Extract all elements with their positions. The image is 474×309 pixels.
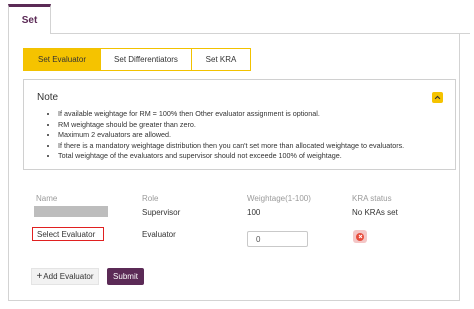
plus-icon: + [36, 270, 43, 282]
note-item: Maximum 2 evaluators are allowed. [58, 130, 449, 141]
note-list: If available weightage for RM = 100% the… [48, 109, 449, 162]
evaluator-weightage-input[interactable]: 0 [247, 231, 308, 247]
evaluator-role: Evaluator [142, 230, 176, 239]
tab-set[interactable]: Set [8, 4, 51, 34]
header-weightage: Weightage(1-100) [247, 194, 311, 203]
subtab-set-kra[interactable]: Set KRA [192, 49, 250, 70]
note-item: If available weightage for RM = 100% the… [58, 109, 449, 120]
remove-evaluator-button[interactable] [353, 230, 367, 243]
subtab-bar: Set Evaluator Set Differentiators Set KR… [23, 48, 251, 71]
tab-set-label: Set [21, 15, 38, 26]
chevron-up-icon [434, 95, 441, 100]
supervisor-weightage: 100 [247, 208, 261, 217]
note-item: If there is a mandatory weightage distri… [58, 141, 449, 152]
close-icon [356, 232, 364, 241]
note-item: RM weightage should be greater than zero… [58, 120, 449, 131]
submit-button[interactable]: Submit [107, 268, 144, 285]
supervisor-role: Supervisor [142, 208, 181, 217]
header-role: Role [142, 194, 159, 203]
note-title: Note [37, 92, 59, 103]
select-evaluator-dropdown[interactable]: Select Evaluator [32, 227, 104, 241]
note-box: Note If available weightage for RM = 100… [23, 79, 456, 170]
add-evaluator-button[interactable]: + Add Evaluator [31, 268, 99, 285]
collapse-toggle[interactable] [432, 92, 443, 103]
subtab-set-evaluator[interactable]: Set Evaluator [24, 49, 101, 70]
header-kra-status: KRA status [352, 194, 392, 203]
supervisor-kra-status: No KRAs set [352, 208, 398, 217]
subtab-set-differentiators[interactable]: Set Differentiators [101, 49, 192, 70]
supervisor-name-redacted [34, 206, 108, 217]
add-evaluator-label: Add Evaluator [43, 272, 94, 281]
header-name: Name [36, 194, 58, 203]
note-item: Total weightage of the evaluators and su… [58, 151, 449, 162]
